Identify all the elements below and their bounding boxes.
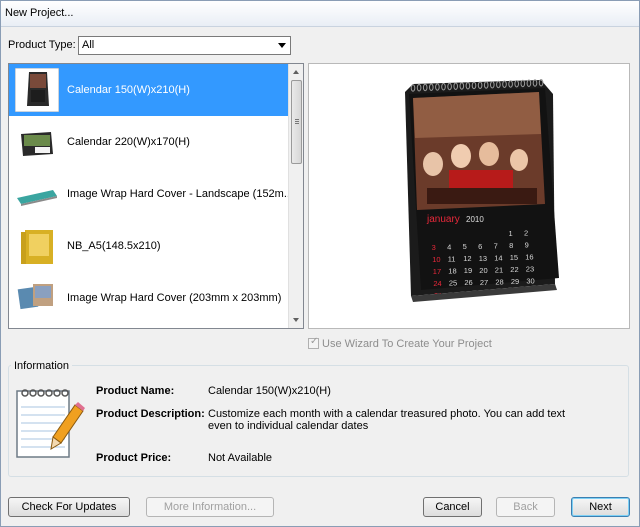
back-button[interactable]: Back — [496, 497, 555, 517]
calendar-day: 15 — [510, 253, 518, 262]
list-item[interactable]: Image Wrap Hard Cover (203mm x 203mm) — [9, 272, 289, 324]
calendar-day: 28 — [495, 277, 503, 286]
product-price-label: Product Price: — [96, 452, 172, 464]
product-type-select[interactable]: All — [78, 36, 291, 55]
product-label: Calendar 150(W)x210(H) — [67, 84, 190, 96]
list-item[interactable]: Calendar 150(W)x210(H) — [9, 64, 289, 116]
scroll-up-button[interactable] — [289, 64, 303, 79]
calendar-day: 16 — [525, 253, 533, 262]
chevron-down-icon[interactable] — [278, 43, 286, 48]
calendar-day: 27 — [480, 278, 488, 287]
cancel-button[interactable]: Cancel — [423, 497, 482, 517]
product-list[interactable]: Calendar 150(W)x210(H) Calendar 220(W)x1… — [8, 63, 304, 329]
calendar-day: 13 — [479, 254, 487, 263]
product-description-value: Customize each month with a calendar tre… — [208, 408, 566, 432]
product-name-value: Calendar 150(W)x210(H) — [208, 385, 331, 397]
list-item[interactable]: Calendar 220(W)x170(H) — [9, 116, 289, 168]
scroll-thumb[interactable] — [291, 80, 302, 164]
check-for-updates-button[interactable]: Check For Updates — [8, 497, 130, 517]
product-description-label: Product Description: — [96, 408, 205, 420]
calendar-day: 5 — [463, 242, 467, 251]
calendar-preview-image: january 2010 1 23 4 5 6 7 8 910 11 12 13 14 15 1617 18… — [405, 79, 559, 302]
calendar-day: 3 — [432, 243, 436, 252]
calendar-day: 18 — [448, 267, 456, 276]
calendar-day: 9 — [525, 241, 529, 250]
notepad-pencil-icon — [16, 389, 85, 458]
calendar-day: 12 — [463, 254, 471, 263]
calendar-day: 4 — [447, 243, 451, 252]
calendar-day: 24 — [433, 279, 441, 288]
next-button[interactable]: Next — [571, 497, 630, 517]
checkbox-checked-icon[interactable] — [308, 336, 319, 349]
information-legend: Information — [11, 360, 73, 372]
new-project-dialog: New Project... Product Type: All Calenda… — [0, 0, 640, 527]
calendar-day: 22 — [510, 265, 518, 274]
calendar-day: 6 — [478, 242, 482, 251]
landscape-book-icon — [15, 172, 59, 216]
product-label: Image Wrap Hard Cover - Landscape (152m.… — [67, 188, 294, 200]
calendar-day: 17 — [433, 267, 441, 276]
list-item[interactable]: Image Wrap Hard Cover - Landscape (152m.… — [9, 168, 293, 220]
photo-book-icon — [15, 276, 59, 320]
notebook-icon — [15, 224, 59, 268]
calendar-day: 7 — [494, 241, 498, 250]
desk-calendar-icon — [15, 68, 59, 112]
calendar-day: 10 — [432, 255, 440, 264]
list-item[interactable]: NB_A5(148.5x210) — [9, 220, 289, 272]
list-item[interactable] — [9, 324, 289, 329]
use-wizard-checkbox[interactable]: Use Wizard To Create Your Project — [308, 336, 492, 350]
product-preview: january 2010 1 2 3 4 5 6 7 8 9 10 11 12 13 14 15 16 17 18… — [308, 63, 630, 329]
calendar-month: january — [426, 214, 460, 225]
calendar-day: 23 — [526, 265, 534, 274]
calendar-day: 29 — [511, 277, 519, 286]
calendar-day: 19 — [464, 266, 472, 275]
product-name-label: Product Name: — [96, 385, 175, 397]
calendar-day: 1 — [509, 229, 513, 238]
product-type-value: All — [82, 39, 95, 51]
calendar-day: 2 — [524, 229, 528, 238]
calendar-day: 30 — [526, 277, 534, 286]
calendar-day: 26 — [464, 278, 472, 287]
window-title: New Project... — [1, 1, 639, 27]
calendar-day: 21 — [495, 265, 503, 274]
calendar-day: 14 — [494, 253, 502, 262]
list-scrollbar[interactable] — [288, 64, 303, 328]
product-label: Image Wrap Hard Cover (203mm x 203mm) — [67, 292, 282, 304]
calendar-day: 20 — [479, 266, 487, 275]
product-label: Calendar 220(W)x170(H) — [67, 136, 190, 148]
calendar-year: 2010 — [466, 215, 484, 224]
product-type-label: Product Type: — [8, 39, 76, 51]
wide-calendar-icon — [15, 120, 59, 164]
more-information-button[interactable]: More Information... — [146, 497, 274, 517]
calendar-day: 25 — [449, 279, 457, 288]
calendar-day: 11 — [448, 255, 456, 264]
product-thumbnail-icon — [15, 328, 59, 329]
scroll-down-button[interactable] — [289, 313, 303, 328]
use-wizard-label: Use Wizard To Create Your Project — [322, 338, 492, 350]
calendar-day: 8 — [509, 241, 513, 250]
product-label: NB_A5(148.5x210) — [67, 240, 161, 252]
product-price-value: Not Available — [208, 452, 273, 464]
